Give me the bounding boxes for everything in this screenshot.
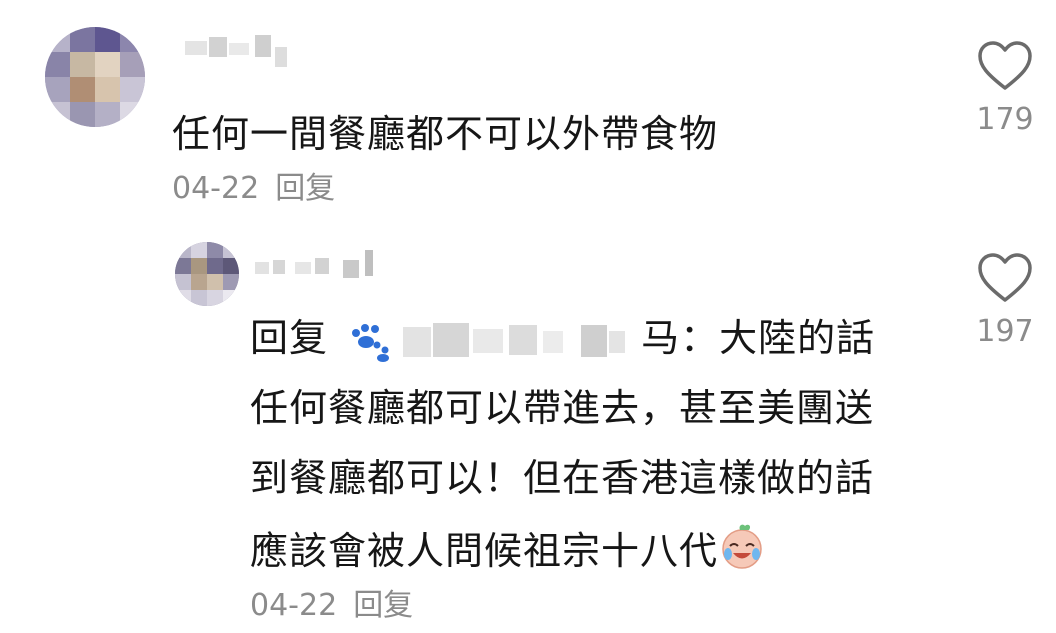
crying-laughing-face-icon <box>722 524 762 569</box>
reply-line-2: 任何餐廳都可以帶進去，甚至美團送 <box>250 386 875 430</box>
heart-outline-icon[interactable] <box>977 252 1033 304</box>
like-group: 197 <box>960 252 1050 349</box>
heart-outline-icon[interactable] <box>977 40 1033 92</box>
avatar[interactable] <box>45 27 145 127</box>
mention-suffix: 马： <box>641 316 720 360</box>
comment-meta: 04-22 回复 <box>172 163 335 207</box>
like-count: 197 <box>976 314 1034 349</box>
reply-button[interactable]: 回复 <box>275 171 335 206</box>
comment-text: 任何一間餐廳都不可以外帶食物 <box>172 112 719 156</box>
avatar[interactable] <box>175 242 239 306</box>
paw-icon <box>352 323 390 362</box>
reply-line-3: 到餐廳都可以！但在香港這樣做的話 <box>250 456 875 500</box>
like-group: 179 <box>960 40 1050 137</box>
reply-date: 04-22 <box>250 588 338 623</box>
mention-link[interactable] <box>341 321 641 362</box>
comment-date: 04-22 <box>172 171 260 206</box>
reply-prefix: 回复 <box>250 316 329 360</box>
reply-meta: 04-22 回复 <box>250 580 413 624</box>
reply-line-1: 回复 马：大陸的話 <box>250 312 875 382</box>
reply-text: 回复 马：大陸的話 任何餐廳都可以帶進去，甚至美團送 到餐廳都可以！但在香港這樣… <box>250 312 875 592</box>
username-censored[interactable] <box>185 33 305 73</box>
reply-button[interactable]: 回复 <box>353 588 413 623</box>
reply-line-1-tail: 大陸的話 <box>719 316 876 360</box>
username-censored[interactable] <box>255 248 385 288</box>
like-count: 179 <box>976 102 1034 137</box>
reply-line-4-text: 應該會被人問候祖宗十八代 <box>250 529 719 573</box>
